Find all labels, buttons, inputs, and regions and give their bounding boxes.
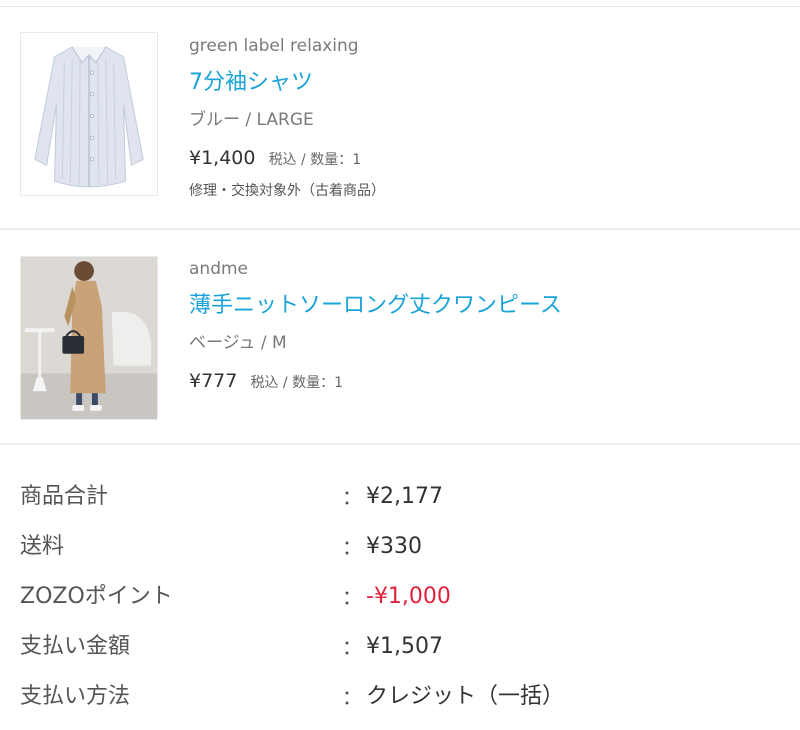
summary-value: ¥330 — [366, 534, 422, 559]
summary-row-total: 支払い金額 ： ¥1,507 — [20, 622, 780, 672]
order-item: andme 薄手ニットソーロング丈クワンピース ベージュ / M ¥777 税込… — [0, 230, 800, 445]
summary-row-subtotal: 商品合計 ： ¥2,177 — [20, 472, 780, 522]
brand-name[interactable]: green label relaxing — [189, 33, 780, 59]
return-note: 修理・交換対象外（古着商品） — [189, 183, 385, 199]
summary-row-payment-method: 支払い方法 ： クレジット（一括） — [20, 672, 780, 722]
price-row: ¥777 税込 / 数量：1 — [189, 366, 780, 396]
tax-quantity: 税込 / 数量：1 — [268, 152, 362, 168]
tax-quantity: 税込 / 数量：1 — [250, 375, 343, 391]
product-name-link[interactable]: 薄手ニットソーロング丈クワンピース — [189, 282, 780, 330]
product-price: ¥777 — [189, 370, 238, 392]
product-variant: ベージュ / M — [189, 333, 287, 353]
product-variant: ブルー / LARGE — [189, 110, 314, 130]
summary-colon: ： — [342, 635, 362, 659]
brand-name[interactable]: andme — [189, 256, 780, 282]
product-name-link[interactable]: 7分袖シャツ — [189, 59, 780, 107]
item-info: andme 薄手ニットソーロング丈クワンピース ベージュ / M ¥777 税込… — [189, 256, 780, 396]
summary-label: 支払い金額 — [20, 634, 131, 659]
price-row: ¥1,400 税込 / 数量：1 — [189, 143, 780, 173]
summary-colon: ： — [342, 485, 362, 509]
product-image[interactable] — [20, 32, 158, 196]
product-price: ¥1,400 — [189, 147, 256, 169]
summary-value-discount: -¥1,000 — [366, 584, 451, 609]
summary-label: 商品合計 — [20, 484, 109, 509]
summary-label: ZOZOポイント — [20, 584, 173, 609]
summary-value: クレジット（一括） — [366, 684, 565, 709]
product-image[interactable] — [20, 256, 158, 420]
item-info: green label relaxing 7分袖シャツ ブルー / LARGE … — [189, 33, 780, 204]
summary-value: ¥1,507 — [366, 634, 443, 659]
dress-image-icon — [21, 257, 157, 419]
summary-colon: ： — [342, 535, 362, 559]
order-summary: 商品合計 ： ¥2,177 送料 ： ¥330 ZOZOポイント ： -¥1,0… — [20, 472, 780, 722]
summary-label: 支払い方法 — [20, 684, 131, 709]
summary-row-points: ZOZOポイント ： -¥1,000 — [20, 572, 780, 622]
order-item: green label relaxing 7分袖シャツ ブルー / LARGE … — [0, 7, 800, 230]
summary-row-shipping: 送料 ： ¥330 — [20, 522, 780, 572]
shirt-image-icon — [21, 33, 157, 195]
summary-value: ¥2,177 — [366, 484, 443, 509]
summary-colon: ： — [342, 585, 362, 609]
summary-label: 送料 — [20, 534, 65, 559]
summary-colon: ： — [342, 685, 362, 709]
